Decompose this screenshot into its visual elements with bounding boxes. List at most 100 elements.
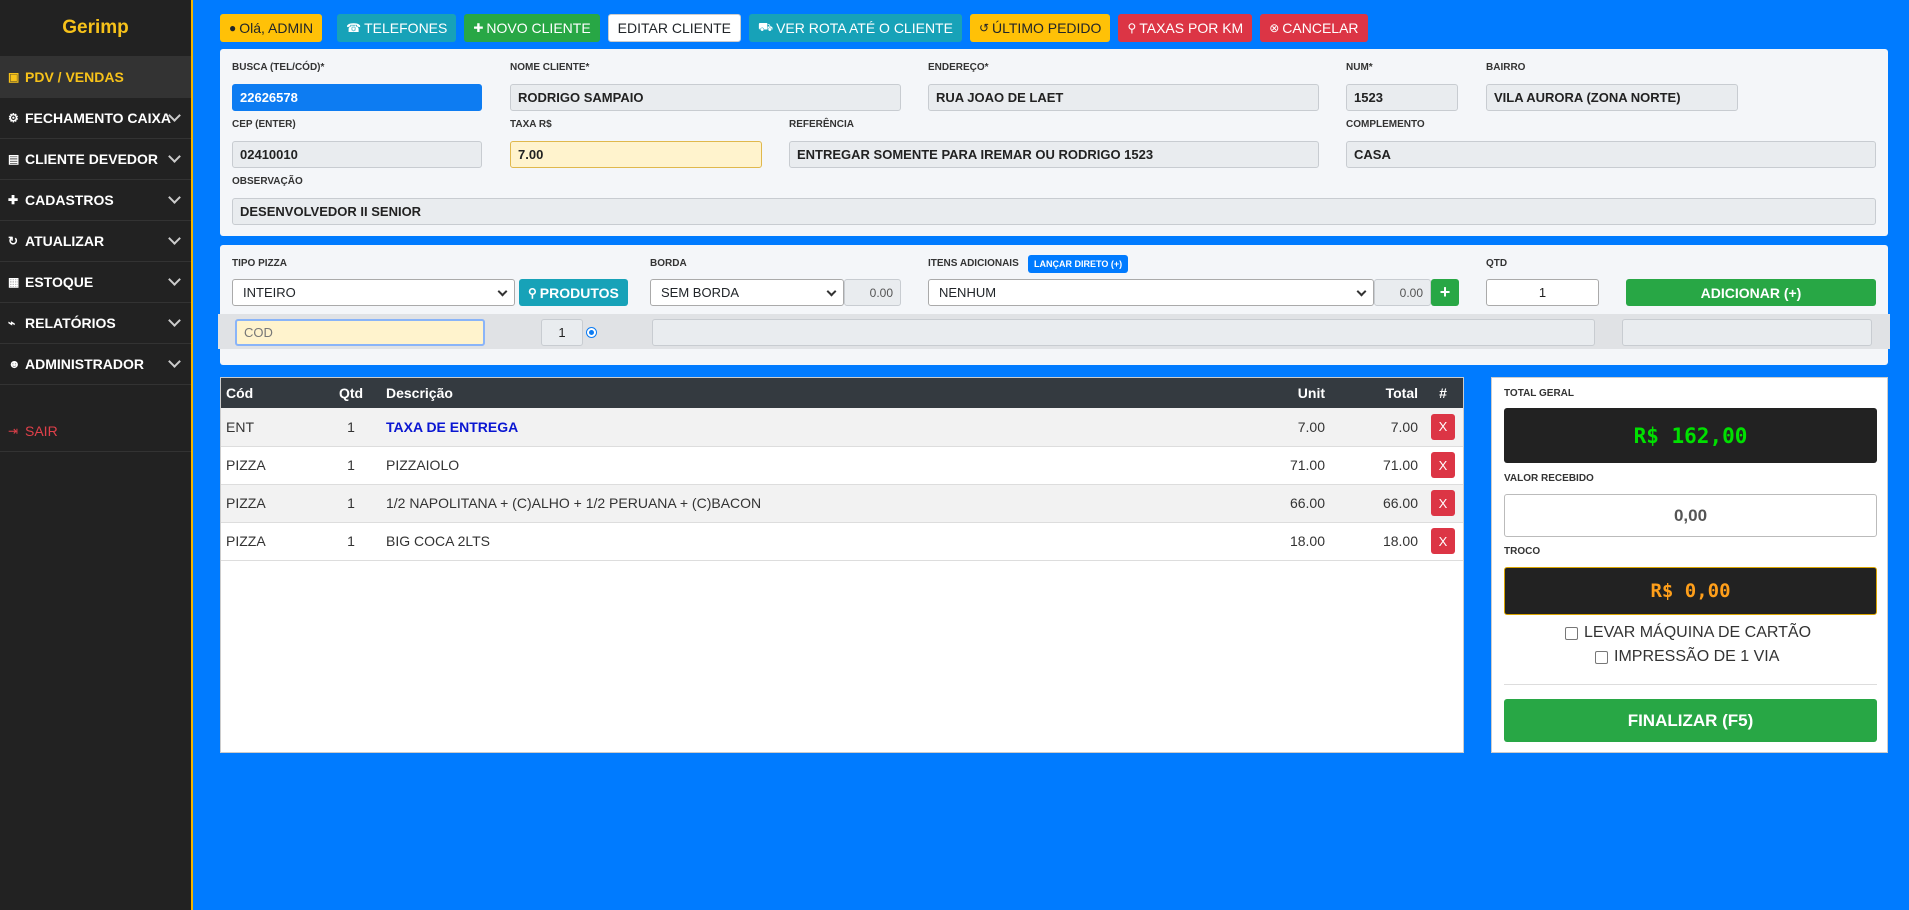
itens-price: 0.00	[1374, 279, 1431, 306]
sidebar-item-relatorios[interactable]: ⌁ RELATÓRIOS	[0, 303, 191, 344]
borda-label: BORDA	[650, 258, 687, 269]
complemento-label: COMPLEMENTO	[1346, 119, 1425, 130]
telefones-button[interactable]: ☎ TELEFONES	[337, 14, 457, 42]
col-unit: Unit	[1297, 385, 1325, 401]
novo-cliente-button[interactable]: ✚ NOVO CLIENTE	[464, 14, 600, 42]
cell-action: X	[1423, 522, 1463, 560]
cep-field[interactable]: 02410010	[232, 141, 482, 168]
col-qtd: Qtd	[338, 385, 364, 401]
complemento-field[interactable]: CASA	[1346, 141, 1876, 168]
sidebar-item-administrador[interactable]: ☻ ADMINISTRADOR	[0, 344, 191, 385]
observacao-field[interactable]: DESENVOLVEDOR II SENIOR	[232, 198, 1876, 225]
remove-item-button[interactable]: X	[1431, 490, 1455, 516]
referencia-field[interactable]: ENTREGAR SOMENTE PARA IREMAR OU RODRIGO …	[789, 141, 1319, 168]
itens-adicionais-select[interactable]: NENHUM	[928, 279, 1374, 306]
bairro-label: BAIRRO	[1486, 62, 1526, 73]
cell-action: X	[1423, 446, 1463, 484]
table-row: PIZZA 1 BIG COCA 2LTS 18.00 18.00 X	[221, 522, 1463, 560]
greeting-button[interactable]: ● Olá, ADMIN	[220, 14, 323, 42]
cep-label: CEP (ENTER)	[232, 119, 296, 130]
plus-icon: +	[1439, 282, 1451, 302]
num-field[interactable]: 1523	[1346, 84, 1458, 111]
table-header-row: Cód Qtd Descrição Unit Total #	[221, 378, 1463, 408]
top-toolbar: ● Olá, ADMIN ☎ TELEFONES ✚ NOVO CLIENTE …	[220, 14, 1368, 42]
finalizar-button[interactable]: FINALIZAR (F5)	[1504, 699, 1877, 742]
user-circle-icon: ●	[229, 21, 237, 35]
editar-cliente-button[interactable]: EDITAR CLIENTE	[607, 14, 741, 42]
qtd-label: QTD	[1486, 258, 1508, 269]
sidebar-item-cadastros[interactable]: ✚ CADASTROS	[0, 180, 191, 221]
divider	[1504, 684, 1877, 685]
col-total: Total	[1385, 385, 1418, 401]
cod-extra-field[interactable]	[1622, 319, 1872, 346]
taxa-entrega-link[interactable]: TAXA DE ENTREGA	[386, 419, 518, 435]
troco-label: TROCO	[1504, 546, 1541, 557]
adicionar-button[interactable]: ADICIONAR (+)	[1626, 279, 1876, 306]
table-row: PIZZA 1 1/2 NAPOLITANA + (C)ALHO + 1/2 P…	[221, 484, 1463, 522]
cod-input[interactable]: COD	[235, 319, 485, 346]
boxes-icon: ▦	[8, 275, 20, 289]
referencia-label: REFERÊNCIA	[789, 119, 855, 130]
endereco-field[interactable]: RUA JOAO DE LAET	[928, 84, 1319, 111]
file-invoice-icon: ▤	[8, 152, 20, 166]
cell-cod: PIZZA	[226, 457, 266, 473]
tipo-pizza-select[interactable]: INTEIRO	[232, 279, 515, 306]
taxa-field[interactable]: 7.00	[510, 141, 762, 168]
cod-radio[interactable]	[586, 327, 597, 338]
remove-item-button[interactable]: X	[1431, 413, 1455, 440]
lancar-direto-button[interactable]: LANÇAR DIRETO (+)	[1028, 255, 1129, 273]
taxas-km-button[interactable]: ⚲ TAXAS POR KM	[1118, 14, 1253, 42]
cell-descricao: 1/2 NAPOLITANA + (C)ALHO + 1/2 PERUANA +…	[386, 495, 762, 511]
observacao-label: OBSERVAÇÃO	[232, 176, 303, 187]
cell-action: X	[1423, 408, 1463, 446]
cell-descricao: BIG COCA 2LTS	[386, 533, 490, 549]
checkbox-box[interactable]	[1595, 650, 1608, 664]
add-item-button[interactable]: +	[1431, 279, 1459, 306]
cell-total: 66.00	[1382, 495, 1418, 511]
chevron-down-icon	[168, 314, 181, 327]
ultimo-pedido-button[interactable]: ↺ ÚLTIMO PEDIDO	[969, 14, 1111, 42]
times-circle-icon: ⊗	[1269, 21, 1280, 35]
cell-unit: 66.00	[1289, 495, 1325, 511]
cell-cod: ENT	[226, 418, 254, 435]
search-icon: ⚲	[528, 285, 537, 300]
cell-descricao: TAXA DE ENTREGA	[381, 408, 1230, 446]
remove-item-button[interactable]: X	[1431, 452, 1455, 478]
valor-recebido-input[interactable]: 0,00	[1504, 494, 1877, 537]
cancelar-button[interactable]: ⊗ CANCELAR	[1260, 14, 1368, 42]
customer-card: BUSCA (TEL/CÓD)* 22626578 NOME CLIENTE* …	[220, 49, 1888, 236]
cell-action: X	[1423, 484, 1463, 522]
sidebar-item-fechamento-caixa[interactable]: ⚙ FECHAMENTO CAIXA	[0, 98, 191, 139]
checkbox-box[interactable]	[1565, 626, 1578, 640]
troco-value: R$ 0,00	[1504, 567, 1877, 615]
sidebar-item-estoque[interactable]: ▦ ESTOQUE	[0, 262, 191, 303]
nome-field[interactable]: RODRIGO SAMPAIO	[510, 84, 901, 111]
cod-qty-input[interactable]: 1	[541, 319, 583, 346]
tipo-pizza-label: TIPO PIZZA	[232, 258, 287, 269]
cod-description-field[interactable]	[652, 319, 1595, 346]
cell-unit: 71.00	[1289, 457, 1325, 473]
cell-unit: 18.00	[1289, 533, 1325, 549]
impressao-checkbox[interactable]: IMPRESSÃO DE 1 VIA	[1595, 648, 1779, 666]
produtos-button[interactable]: ⚲ PRODUTOS	[519, 279, 628, 306]
ver-rota-button[interactable]: ⛟ VER ROTA ATÉ O CLIENTE	[748, 14, 962, 42]
sidebar-item-label: CADASTROS	[25, 192, 114, 208]
logout-link[interactable]: ⇥ SAIR	[0, 411, 191, 452]
sidebar-item-cliente-devedor[interactable]: ▤ CLIENTE DEVEDOR	[0, 139, 191, 180]
sidebar-item-pdv-vendas[interactable]: ▣ PDV / VENDAS	[0, 57, 191, 98]
sidebar-item-label: ATUALIZAR	[25, 233, 105, 249]
sidebar-item-label: FECHAMENTO CAIXA	[25, 110, 171, 126]
levar-maquina-checkbox[interactable]: LEVAR MÁQUINA DE CARTÃO	[1565, 624, 1811, 642]
remove-item-button[interactable]: X	[1431, 528, 1455, 554]
qtd-input[interactable]: 1	[1486, 279, 1599, 306]
user-plus-icon: ✚	[473, 21, 484, 35]
borda-select[interactable]: SEM BORDA	[650, 279, 844, 306]
sidebar-item-label: ESTOQUE	[25, 274, 94, 290]
valor-recebido-label: VALOR RECEBIDO	[1504, 473, 1594, 484]
busca-input[interactable]: 22626578	[232, 84, 482, 111]
cell-cod: PIZZA	[226, 495, 266, 511]
chevron-down-icon	[168, 232, 181, 245]
bairro-field[interactable]: VILA AURORA (ZONA NORTE)	[1486, 84, 1738, 111]
sidebar-item-atualizar[interactable]: ↻ ATUALIZAR	[0, 221, 191, 262]
sidebar: Gerimp ▣ PDV / VENDAS ⚙ FECHAMENTO CAIXA…	[0, 0, 193, 910]
